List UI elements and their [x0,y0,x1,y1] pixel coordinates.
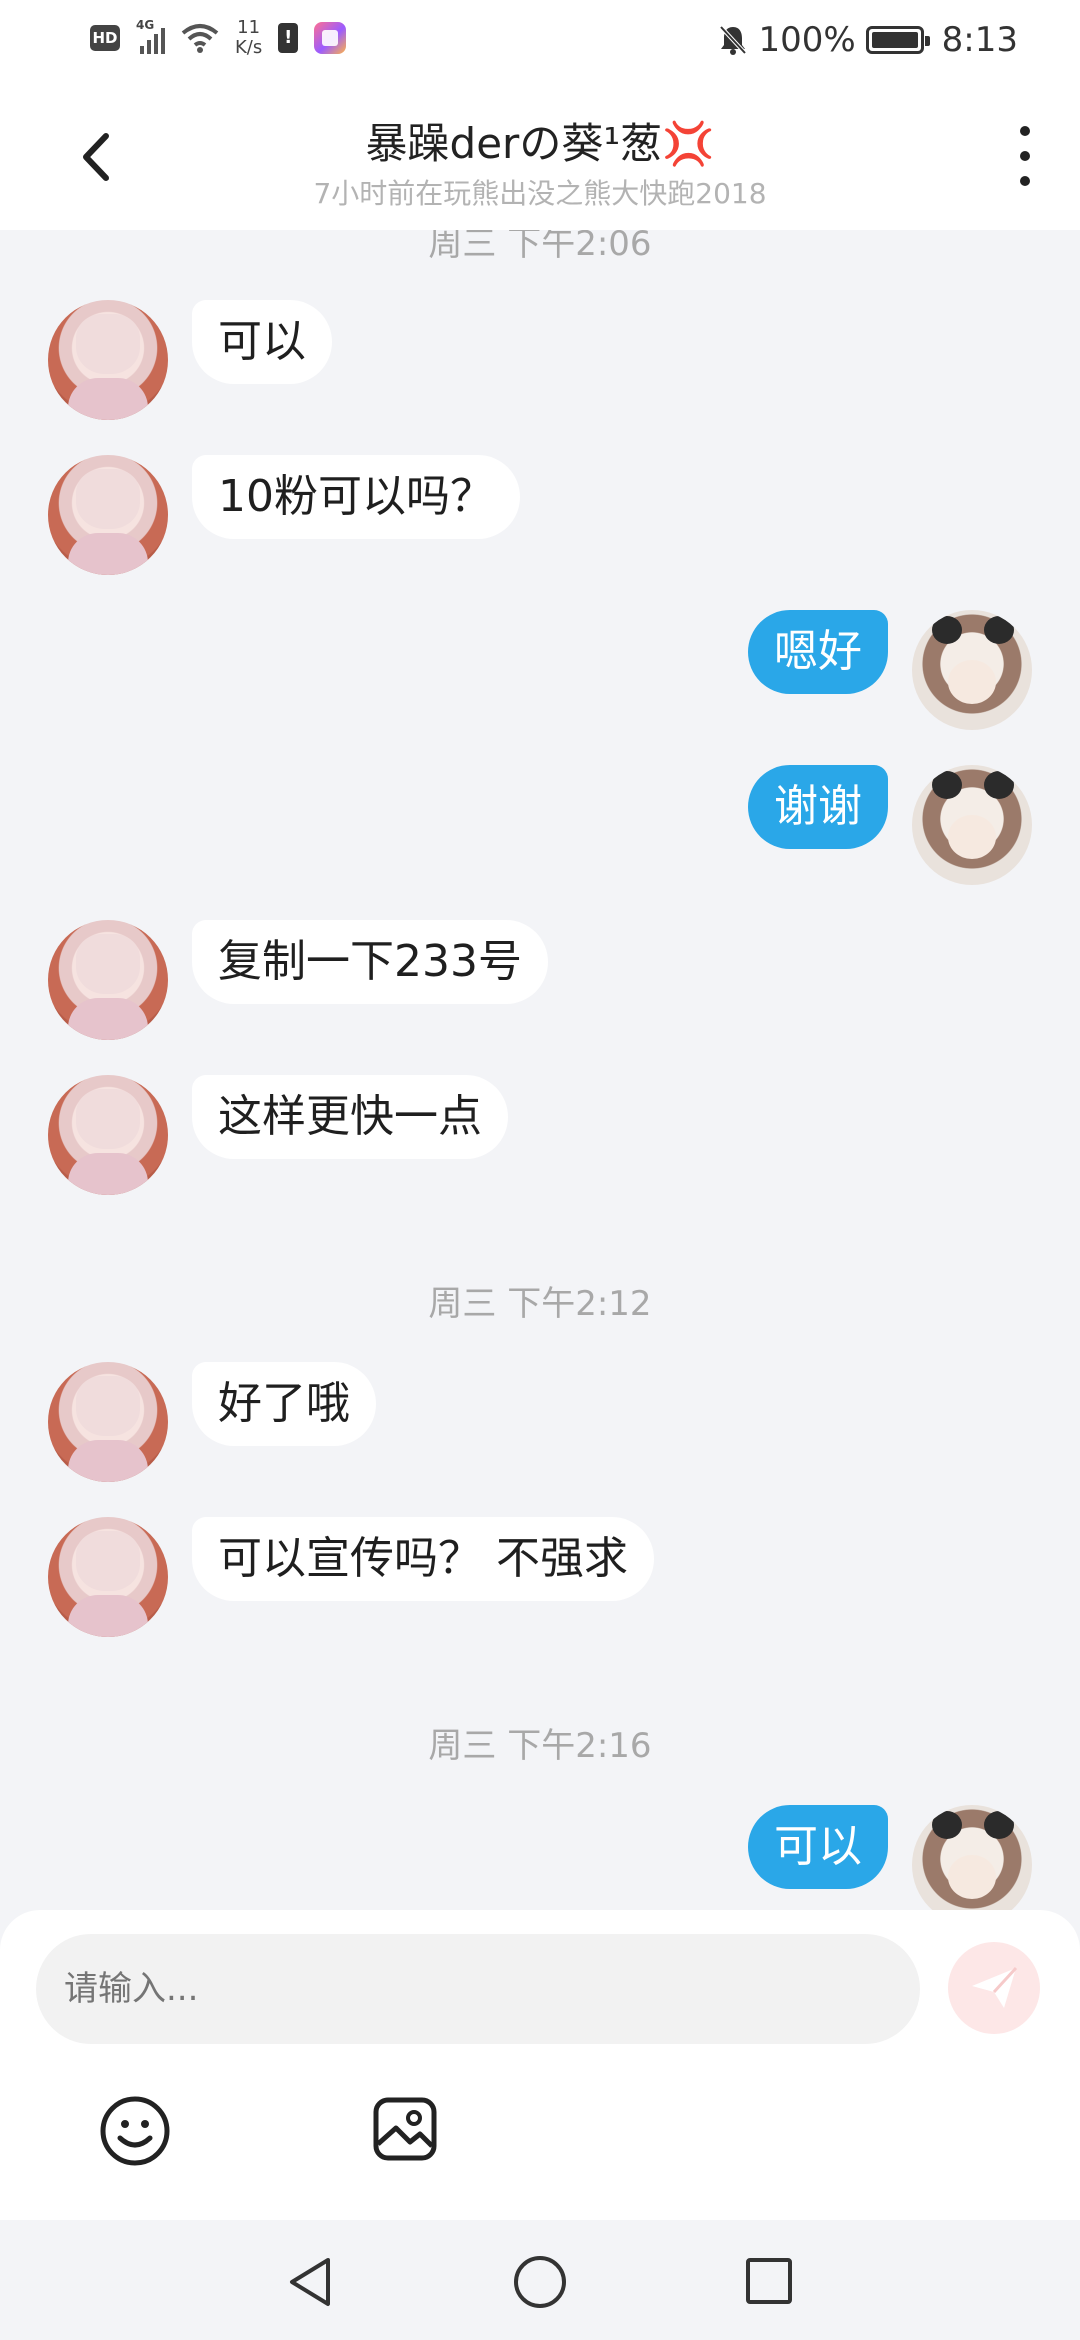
status-left: HD 4G 11 K/s ! [90,18,347,58]
clock: 8:13 [941,20,1018,60]
contact-avatar[interactable] [48,1075,168,1195]
message-bubble-received[interactable]: 可以宣传吗？ 不强求 [192,1517,654,1601]
message-bubble-received[interactable]: 好了哦 [192,1362,376,1446]
nav-recent-icon[interactable] [746,2258,792,2304]
contact-avatar[interactable] [48,300,168,420]
send-button[interactable] [948,1942,1040,2034]
message-list[interactable]: 周三 下午2:06 可以 10粉可以吗？ 嗯好 谢谢 复制一下233号 这样更快… [0,230,1080,1910]
battery-icon [865,26,930,54]
network-type: 4G [136,18,155,32]
message-bubble-received[interactable]: 10粉可以吗？ [192,455,520,539]
timestamp: 周三 下午2:06 [428,230,652,264]
message-bubble-received[interactable]: 可以 [192,300,332,384]
app-notification-icon [314,22,347,54]
timestamp: 周三 下午2:12 [428,1284,652,1324]
composer [0,1910,1080,2220]
chat-header: 暴躁derの葵¹葱💢 7小时前在玩熊出没之熊大快跑2018 [0,86,1080,230]
network-speed: 11 K/s [235,18,262,58]
chat-subtitle: 7小时前在玩熊出没之熊大快跑2018 [313,177,767,210]
emoji-icon[interactable] [98,2094,172,2168]
message-input[interactable] [36,1934,920,2044]
cellular-signal-icon: 4G [136,18,165,54]
system-navigation-bar [0,2220,1080,2340]
my-avatar[interactable] [912,610,1032,730]
nav-back-icon[interactable] [286,2256,334,2308]
speed-value: 11 [237,17,261,38]
wifi-icon [181,24,219,53]
contact-avatar[interactable] [48,455,168,575]
alert-icon: ! [278,23,299,53]
message-bubble-sent[interactable]: 可以 [748,1805,888,1889]
my-avatar[interactable] [912,765,1032,885]
hd-icon: HD [90,25,120,51]
message-bubble-received[interactable]: 复制一下233号 [192,920,548,1004]
status-bar: HD 4G 11 K/s ! 100% 8:13 [0,0,1080,86]
timestamp: 周三 下午2:16 [428,1726,652,1766]
contact-avatar[interactable] [48,1517,168,1637]
battery-percent: 100% [758,20,856,60]
contact-avatar[interactable] [48,1362,168,1482]
speed-unit: K/s [235,37,263,58]
nav-home-icon[interactable] [514,2256,566,2308]
message-bubble-sent[interactable]: 谢谢 [748,765,888,849]
contact-avatar[interactable] [48,920,168,1040]
send-icon [972,1966,1018,2008]
my-avatar[interactable] [912,1805,1032,1910]
message-bubble-sent[interactable]: 嗯好 [748,610,888,694]
more-vertical-icon[interactable] [1010,126,1040,186]
chat-title: 暴躁derの葵¹葱💢 [365,119,715,168]
message-bubble-received[interactable]: 这样更快一点 [192,1075,508,1159]
status-right: 100% 8:13 [718,20,1018,60]
image-icon[interactable] [370,2094,440,2164]
mute-bell-icon [719,25,747,55]
